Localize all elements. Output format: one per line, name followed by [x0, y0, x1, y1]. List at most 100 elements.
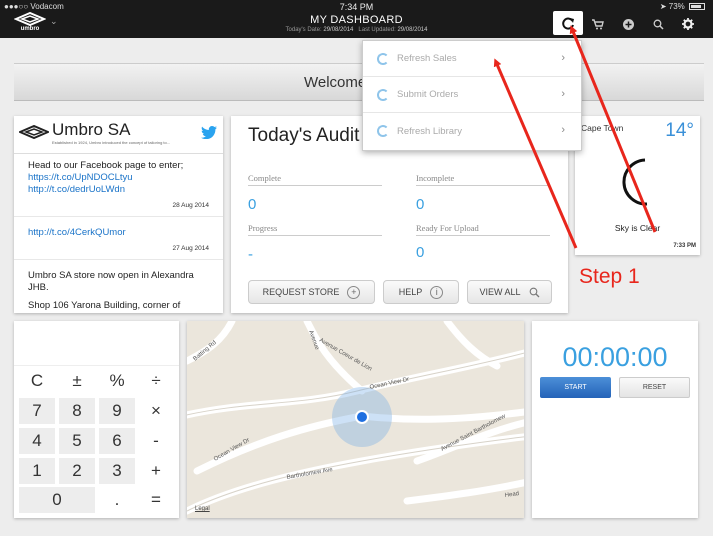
request-store-button[interactable]: REQUEST STORE +	[248, 280, 375, 304]
menu-item-refresh-library[interactable]: Refresh Library ›	[363, 113, 581, 149]
nav-toolbar	[553, 11, 703, 35]
refresh-button[interactable]	[553, 11, 583, 35]
umbro-diamond-icon	[19, 125, 49, 139]
search-icon	[653, 19, 664, 30]
tweet-text: Umbro SA store now open in Alexandra JHB…	[28, 270, 194, 293]
calc-key-2[interactable]: 2	[59, 458, 95, 484]
tweet-item[interactable]: Umbro SA store now open in Alexandra JHB…	[14, 260, 223, 298]
calc-key-0[interactable]: 0	[19, 487, 95, 513]
twitter-account-name: Umbro SA	[52, 120, 131, 139]
calc-key-9[interactable]: 9	[99, 398, 135, 424]
tweet-text: Shop 106 Yarona Building, corner of	[28, 300, 181, 311]
weather-panel: Cape Town 14° Sky is Clear 7:33 PM	[575, 116, 700, 255]
complete-label: Complete	[248, 173, 382, 186]
tweet-link[interactable]: http://t.co/4CerkQUmor	[28, 227, 209, 239]
incomplete-label: Incomplete	[416, 173, 550, 186]
reset-button[interactable]: RESET	[619, 377, 690, 398]
help-button[interactable]: HELP i	[383, 280, 459, 304]
sync-icon	[377, 88, 389, 101]
chevron-right-icon: ›	[561, 124, 565, 136]
progress-label: Progress	[248, 223, 382, 236]
settings-button[interactable]	[673, 13, 703, 35]
tweet-link[interactable]: https://t.co/UpNDOCLtyu http://t.co/dedr…	[28, 172, 209, 196]
calc-key-4[interactable]: 4	[19, 428, 55, 454]
ready-value: 0	[416, 244, 425, 261]
road-label: Ocean View Dr	[369, 377, 410, 391]
refresh-dropdown-menu: Refresh Sales › Submit Orders › Refresh …	[362, 40, 582, 151]
welcome-text: Welcome	[304, 74, 367, 91]
calc-key-1[interactable]: 1	[19, 458, 55, 484]
calc-key-6[interactable]: 6	[99, 428, 135, 454]
menu-item-submit-orders[interactable]: Submit Orders ›	[363, 77, 581, 113]
twitter-header: Umbro SA Established in 1924, Umbro intr…	[14, 116, 223, 154]
map-canvas[interactable]: Batting Rd Avenue Coeur de Lion Ocean Vi…	[187, 321, 524, 518]
menu-item-refresh-sales[interactable]: Refresh Sales ›	[363, 41, 581, 77]
refresh-icon	[561, 17, 574, 29]
calc-key-5[interactable]: 5	[59, 428, 95, 454]
weather-city: Cape Town	[581, 123, 624, 133]
cart-button[interactable]	[583, 13, 613, 35]
audit-title: Today's Audit	[248, 125, 360, 146]
tweet-date: 27 Aug 2014	[172, 245, 209, 252]
calc-key-8[interactable]: 8	[59, 398, 95, 424]
calc-key-7[interactable]: 7	[19, 398, 55, 424]
gear-icon	[682, 18, 694, 30]
tweet-item[interactable]: Head to our Facebook page to enter; http…	[14, 154, 223, 217]
calc-key-plusminus[interactable]: ±	[59, 368, 95, 394]
calc-key-dot[interactable]: .	[99, 487, 135, 513]
calc-key-percent[interactable]: %	[99, 368, 135, 394]
add-icon	[622, 18, 634, 30]
chevron-right-icon: ›	[561, 88, 565, 100]
welcome-banner: Welcome	[14, 63, 704, 101]
step-label: Step 1	[579, 265, 640, 288]
twitter-tagline: Established in 1924, Umbro introduced th…	[52, 140, 171, 145]
calc-key-minus[interactable]: -	[138, 428, 174, 454]
calc-key-equals[interactable]: =	[138, 487, 174, 513]
calc-key-divide[interactable]: ÷	[138, 368, 174, 394]
menu-item-label: Submit Orders	[397, 89, 459, 100]
top-bar: ●●●○○ Vodacom 7:34 PM ➤ 73% umbro ⌄ MY D…	[0, 0, 713, 38]
search-button[interactable]	[643, 13, 673, 35]
menu-item-label: Refresh Library	[397, 125, 462, 137]
status-time: 7:34 PM	[339, 2, 374, 12]
tweet-item[interactable]: http://t.co/4CerkQUmor 27 Aug 2014	[14, 217, 223, 260]
info-icon: i	[430, 285, 444, 299]
calc-key-3[interactable]: 3	[99, 458, 135, 484]
view-all-button[interactable]: VIEW ALL	[467, 280, 552, 304]
road-label: Head	[504, 491, 519, 499]
view-all-label: VIEW ALL	[479, 287, 521, 297]
timer-panel: 00:00:00 START RESET	[532, 321, 698, 518]
timer-display: 00:00:00	[562, 342, 668, 372]
calc-key-plus[interactable]: +	[138, 458, 174, 484]
todays-date: 29/08/2014	[323, 27, 354, 33]
chevron-right-icon: ›	[561, 52, 565, 64]
add-button[interactable]	[613, 13, 643, 35]
incomplete-value: 0	[416, 196, 425, 213]
map-legal-link[interactable]: Legal	[195, 506, 210, 512]
calculator-panel: C ± % ÷ 7 8 9 × 4 5 6 - 1 2 3 + 0 . =	[14, 321, 179, 518]
calc-key-multiply[interactable]: ×	[138, 398, 174, 424]
battery-status: ➤ 73%	[660, 2, 705, 11]
last-updated-label: Last Updated:	[358, 27, 396, 33]
twitter-bird-icon[interactable]	[201, 126, 217, 139]
map-panel[interactable]: Batting Rd Avenue Coeur de Lion Ocean Vi…	[187, 321, 524, 518]
menu-item-label: Refresh Sales	[397, 53, 457, 64]
cart-icon	[592, 18, 604, 29]
weather-description: Sky is Clear	[614, 223, 661, 233]
help-label: HELP	[398, 287, 423, 297]
battery-icon	[689, 3, 705, 11]
calc-key-clear[interactable]: C	[19, 368, 55, 394]
moon-icon	[622, 158, 648, 206]
calculator-display	[14, 321, 179, 366]
twitter-feed-panel: Umbro SA Established in 1924, Umbro intr…	[14, 116, 223, 313]
last-updated: 29/08/2014	[397, 27, 428, 33]
location-icon: ➤	[659, 2, 667, 11]
sync-icon	[377, 52, 389, 65]
ready-label: Ready For Upload	[416, 223, 550, 236]
start-button[interactable]: START	[540, 377, 611, 398]
road-label: Batting Rd	[192, 340, 217, 363]
tweet-item[interactable]: Shop 106 Yarona Building, corner of	[14, 298, 223, 313]
weather-temp: 14°	[665, 120, 694, 141]
complete-value: 0	[248, 196, 257, 213]
sync-icon	[377, 125, 389, 137]
